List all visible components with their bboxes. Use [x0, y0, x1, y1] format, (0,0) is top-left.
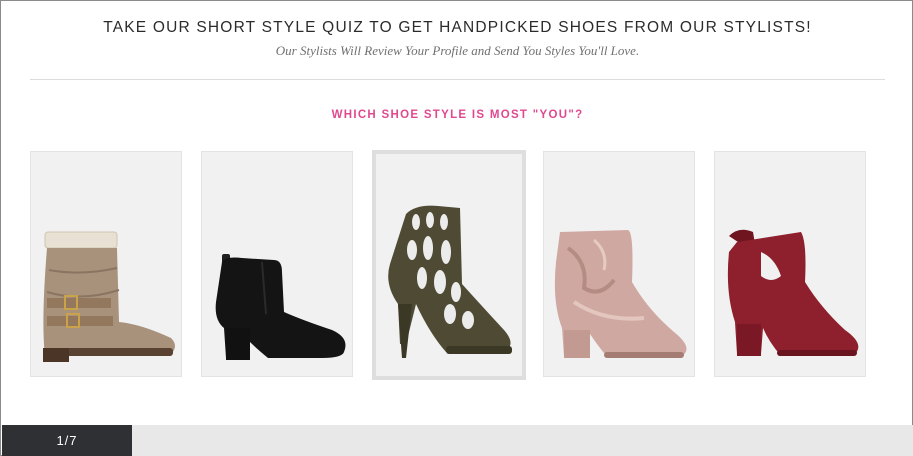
quiz-headline: TAKE OUR SHORT STYLE QUIZ TO GET HANDPIC…	[103, 19, 812, 36]
progress-fill: 1/7	[2, 425, 132, 456]
progress-step-label: 1/7	[56, 433, 78, 448]
tie-bootie-image	[727, 229, 859, 356]
shoe-option-slouchy-buckle-boot[interactable]	[30, 151, 182, 377]
quiz-frame: TAKE OUR SHORT STYLE QUIZ TO GET HANDPIC…	[0, 0, 913, 456]
cutout-heel-image	[388, 205, 512, 358]
shoe-option-blush-velvet-bootie[interactable]	[543, 151, 695, 377]
velvet-bootie-image	[554, 230, 687, 358]
shoe-option-burgundy-tie-bootie[interactable]	[714, 151, 866, 377]
divider	[30, 79, 885, 80]
shoe-options	[1, 150, 913, 380]
shoe-option-olive-cutout-heel[interactable]	[372, 150, 526, 380]
question-label: WHICH SHOE STYLE IS MOST "YOU"?	[331, 109, 584, 121]
quiz-progress-bar: 1/7	[2, 425, 913, 456]
chelsea-bootie-image	[215, 254, 346, 360]
slouchy-boot-image	[43, 231, 176, 362]
quiz-subheadline: Our Stylists Will Review Your Profile an…	[275, 43, 640, 58]
shoe-option-black-suede-chelsea-bootie[interactable]	[201, 151, 353, 377]
